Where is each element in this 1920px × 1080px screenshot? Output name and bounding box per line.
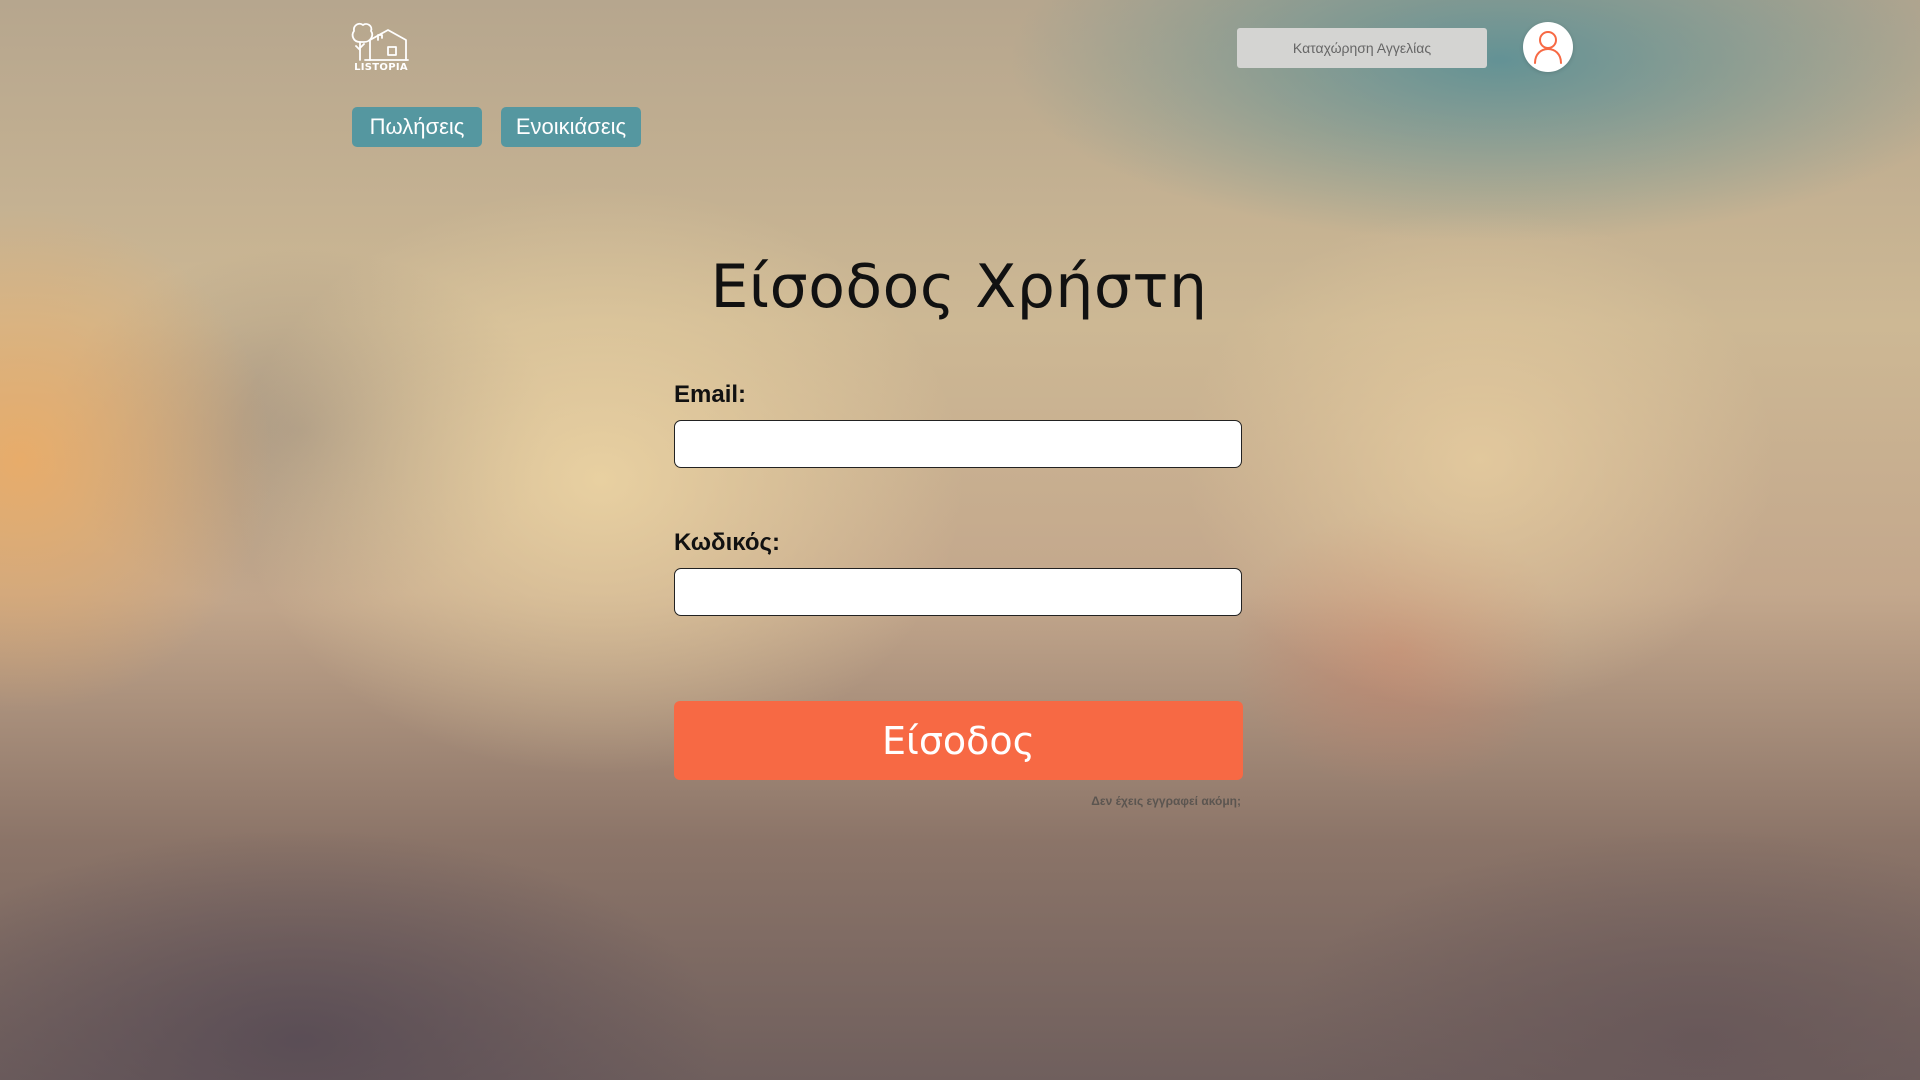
house-with-tree-logo-icon xyxy=(351,22,409,61)
user-icon xyxy=(1534,31,1562,64)
password-field[interactable] xyxy=(674,568,1242,616)
user-account-button[interactable] xyxy=(1523,22,1573,72)
email-field[interactable] xyxy=(674,420,1242,468)
email-label: Email: xyxy=(674,381,747,408)
site-logo[interactable]: LISTOPIA xyxy=(350,20,412,76)
logo-text: LISTOPIA xyxy=(354,62,408,73)
login-button[interactable]: Είσοδος xyxy=(674,701,1243,780)
page-title: Είσοδος Χρήστη xyxy=(710,252,1208,322)
tab-sales[interactable]: Πωλήσεις xyxy=(352,107,482,147)
tab-rentals[interactable]: Ενοικιάσεις xyxy=(501,107,641,147)
site-header: LISTOPIA Καταχώρηση Αγγελίας Πωλήσεις Εν… xyxy=(0,0,1920,160)
post-listing-button[interactable]: Καταχώρηση Αγγελίας xyxy=(1237,28,1487,68)
password-label: Κωδικός: xyxy=(674,529,780,556)
register-link[interactable]: Δεν έχεις εγγραφεί ακόμη; xyxy=(1091,794,1241,808)
